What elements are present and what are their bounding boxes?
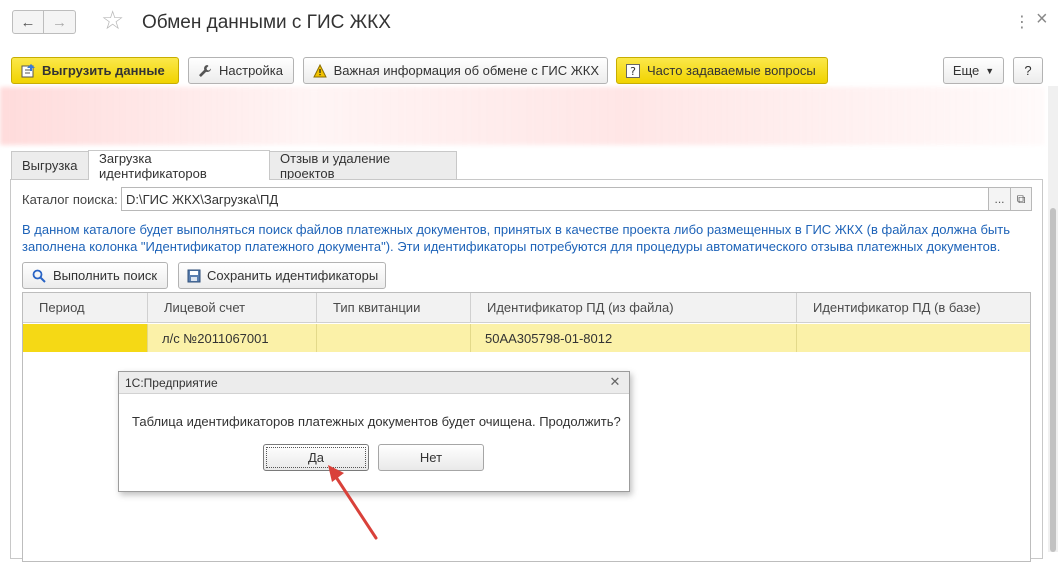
more-vertical-icon[interactable]: ⋮	[1014, 12, 1030, 32]
tab-upload-label: Выгрузка	[22, 158, 78, 173]
warning-icon	[312, 63, 328, 79]
highlight-banner	[0, 87, 1045, 145]
search-label: Выполнить поиск	[53, 268, 158, 283]
important-info-button[interactable]: Важная информация об обмене с ГИС ЖКХ	[303, 57, 608, 84]
upload-data-button[interactable]: Выгрузить данные	[11, 57, 179, 84]
cell-type[interactable]	[317, 324, 471, 352]
column-header-period[interactable]: Период	[23, 293, 148, 323]
catalog-label: Каталог поиска:	[22, 192, 118, 207]
help-label: ?	[1024, 63, 1032, 78]
save-icon	[187, 268, 201, 284]
dialog-header: 1С:Предприятие ✕	[119, 372, 629, 394]
save-identifiers-label: Сохранить идентификаторы	[207, 268, 379, 283]
tab-revoke-projects[interactable]: Отзыв и удаление проектов	[269, 150, 457, 181]
settings-label: Настройка	[219, 63, 283, 78]
faq-button[interactable]: ? Часто задаваемые вопросы	[616, 57, 828, 84]
open-icon[interactable]: ⧉	[1010, 187, 1032, 211]
settings-button[interactable]: Настройка	[188, 57, 294, 84]
close-icon[interactable]: ✕	[607, 374, 623, 390]
pointer-arrow-icon	[328, 465, 378, 540]
cell-account[interactable]: л/с №2011067001	[148, 324, 317, 352]
dialog-title: 1С:Предприятие	[125, 376, 218, 390]
chevron-down-icon: ▼	[985, 65, 995, 76]
dialog-message: Таблица идентификаторов платежных докуме…	[132, 414, 621, 429]
page-title: Обмен данными с ГИС ЖКХ	[142, 12, 391, 33]
tab-load-identifiers[interactable]: Загрузка идентификаторов	[88, 150, 270, 181]
wrench-icon	[197, 63, 213, 79]
forward-button[interactable]: →	[44, 10, 76, 34]
cell-id-base[interactable]	[797, 324, 1030, 352]
upload-data-label: Выгрузить данные	[42, 63, 165, 78]
faq-label: Часто задаваемые вопросы	[647, 63, 816, 78]
column-header-type[interactable]: Тип квитанции	[317, 293, 471, 323]
search-icon	[31, 268, 47, 284]
upload-icon	[20, 63, 36, 79]
column-header-id-file[interactable]: Идентификатор ПД (из файла)	[471, 293, 797, 323]
question-icon: ?	[625, 63, 641, 79]
cell-id-file[interactable]: 50АА305798-01-8012	[471, 324, 797, 352]
column-header-id-base[interactable]: Идентификатор ПД (в базе)	[797, 293, 1030, 323]
info-text: В данном каталоге будет выполняться поис…	[22, 222, 1010, 254]
scrollbar-thumb[interactable]	[1050, 208, 1056, 552]
search-button[interactable]: Выполнить поиск	[22, 262, 168, 289]
more-label: Еще	[952, 63, 980, 78]
close-icon[interactable]: ×	[1036, 8, 1048, 31]
svg-text:?: ?	[630, 65, 636, 78]
help-button[interactable]: ?	[1013, 57, 1043, 84]
browse-button[interactable]: ...	[988, 187, 1011, 211]
back-button[interactable]: ←	[12, 10, 44, 34]
cell-period[interactable]	[23, 324, 148, 352]
tab-upload[interactable]: Выгрузка	[11, 151, 89, 179]
tab-load-identifiers-label: Загрузка идентификаторов	[99, 150, 207, 181]
no-button[interactable]: Нет	[378, 444, 484, 471]
important-info-label: Важная информация об обмене с ГИС ЖКХ	[333, 63, 599, 78]
star-icon[interactable]: ☆	[101, 7, 124, 33]
arrow-left-icon: ←	[20, 13, 36, 31]
more-button[interactable]: Еще ▼	[943, 57, 1004, 84]
column-header-account[interactable]: Лицевой счет	[148, 293, 317, 323]
catalog-path-input[interactable]: D:\ГИС ЖКХ\Загрузка\ПД	[121, 187, 989, 211]
arrow-right-icon: →	[52, 13, 67, 31]
tab-revoke-projects-label: Отзыв и удаление проектов	[280, 150, 391, 181]
save-identifiers-button[interactable]: Сохранить идентификаторы	[178, 262, 386, 289]
